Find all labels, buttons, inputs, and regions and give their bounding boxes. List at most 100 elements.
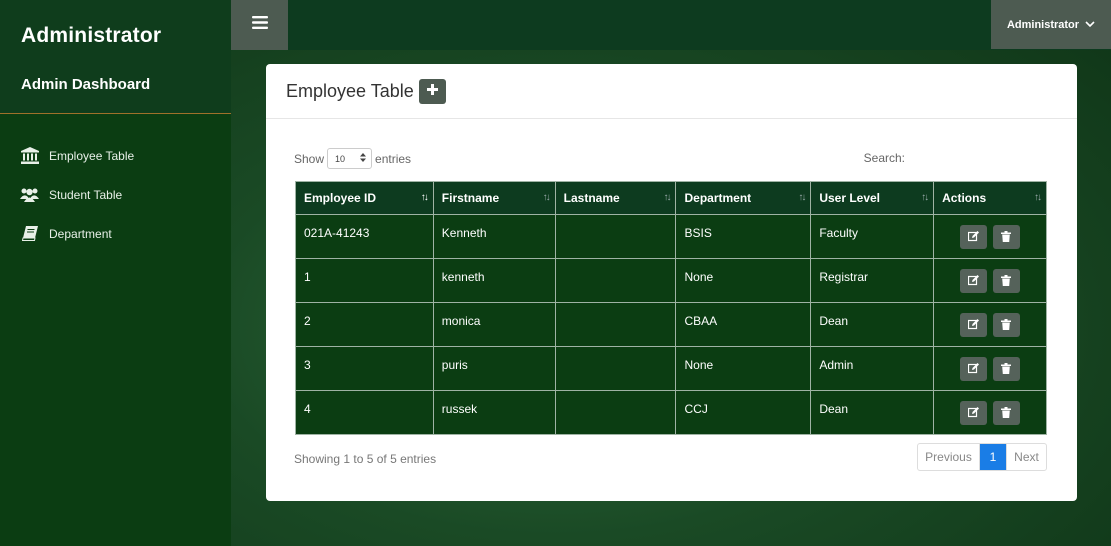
trash-icon (1001, 319, 1012, 330)
delete-button[interactable] (993, 225, 1021, 249)
edit-button[interactable] (960, 269, 988, 293)
previous-page-button[interactable]: Previous (918, 444, 980, 470)
sidebar-item-label: Student Table (49, 187, 123, 202)
sidebar-nav: Employee Table Student Table Department (0, 114, 231, 253)
next-page-button[interactable]: Next (1006, 444, 1046, 470)
cell-lastname (554, 302, 677, 347)
cell-department: BSIS (675, 214, 812, 259)
page-1-button[interactable]: 1 (980, 444, 1006, 470)
table-info: Showing 1 to 5 of 5 entries (294, 452, 437, 466)
cell-lastname (554, 214, 677, 259)
column-header-employee-id[interactable]: Employee ID ↑↓ (295, 181, 434, 215)
sort-icon: ↑↓ (798, 192, 806, 203)
column-header-actions[interactable]: Actions ↑↓ (933, 181, 1047, 215)
cell-user-level: Dean (810, 302, 935, 347)
cell-employee-id: 3 (295, 346, 434, 391)
cell-actions (933, 258, 1047, 303)
cell-lastname (554, 346, 677, 391)
page-size-value: 10 (335, 153, 346, 164)
sidebar: Administrator Admin Dashboard Employee T… (0, 0, 231, 546)
dashboard-link[interactable]: Admin Dashboard (21, 76, 231, 93)
sidebar-item-label: Department (49, 226, 112, 241)
column-header-department[interactable]: Department ↑↓ (675, 181, 812, 215)
hamburger-icon (251, 16, 268, 34)
entries-label: entries (375, 151, 412, 166)
cell-firstname: kenneth (432, 258, 556, 303)
table-row: 1 kenneth None Registrar (295, 258, 1047, 303)
card-header: Employee Table (266, 64, 1077, 119)
search-control: Search: (864, 151, 905, 165)
cell-firstname: Kenneth (432, 214, 556, 259)
cell-actions (933, 302, 1047, 347)
users-icon (20, 186, 39, 204)
book-icon (20, 225, 39, 243)
table-row: 021A-41243 Kenneth BSIS Faculty (295, 214, 1047, 259)
cell-employee-id: 4 (295, 390, 434, 435)
employee-table: Employee ID ↑↓ Firstname ↑↓ Lastname ↑↓ Dep… (295, 181, 1047, 435)
pagination: Previous 1 Next (917, 443, 1047, 471)
delete-button[interactable] (993, 357, 1021, 381)
user-menu-label: Administrator (1006, 18, 1080, 31)
sort-icon: ↑↓ (420, 192, 429, 203)
page-size-control: Show 10 entries (294, 148, 411, 169)
edit-button[interactable] (960, 357, 988, 381)
cell-department: CBAA (675, 302, 812, 347)
cell-employee-id: 1 (295, 258, 434, 303)
sort-icon: ↑↓ (1034, 192, 1042, 203)
show-label: Show (294, 151, 325, 166)
column-header-lastname[interactable]: Lastname ↑↓ (554, 181, 677, 215)
sort-icon: ↑↓ (542, 192, 551, 203)
cell-department: None (675, 258, 812, 303)
cell-department: None (675, 346, 812, 391)
table-controls: Show 10 entries Search: (294, 148, 1047, 170)
cell-firstname: russek (432, 390, 556, 435)
top-bar: Administrator (231, 0, 1111, 50)
edit-button[interactable] (960, 313, 988, 337)
edit-icon (968, 363, 980, 374)
edit-button[interactable] (960, 225, 988, 249)
add-employee-button[interactable] (418, 78, 446, 104)
sidebar-item-student-table[interactable]: Student Table (0, 175, 231, 214)
cell-user-level: Dean (810, 390, 935, 435)
sidebar-item-label: Employee Table (49, 148, 135, 163)
cell-firstname: puris (432, 346, 556, 391)
page-title: Employee Table (286, 80, 414, 101)
cell-actions (933, 346, 1047, 391)
cell-department: CCJ (675, 390, 812, 435)
trash-icon (1001, 275, 1012, 286)
search-label: Search: (863, 151, 905, 165)
sidebar-header: Administrator Admin Dashboard (0, 0, 231, 114)
menu-toggle-button[interactable] (231, 0, 288, 50)
table-row: 2 monica CBAA Dean (295, 302, 1047, 347)
trash-icon (1001, 407, 1012, 418)
chevron-down-icon (1085, 19, 1095, 31)
bank-icon (20, 147, 39, 165)
plus-icon (426, 82, 438, 100)
cell-user-level: Faculty (810, 214, 935, 259)
cell-user-level: Registrar (810, 258, 935, 303)
user-menu-button[interactable]: Administrator (991, 0, 1111, 49)
sort-icon: ↑↓ (663, 192, 671, 203)
edit-icon (968, 231, 980, 242)
sort-icon: ↑↓ (921, 192, 929, 203)
trash-icon (1001, 363, 1012, 374)
edit-icon (968, 319, 980, 330)
cell-user-level: Admin (810, 346, 935, 391)
sidebar-item-department[interactable]: Department (0, 214, 231, 253)
cell-lastname (554, 258, 677, 303)
delete-button[interactable] (993, 269, 1021, 293)
delete-button[interactable] (993, 313, 1021, 337)
sort-arrows-icon (360, 153, 367, 164)
brand-title: Administrator (21, 24, 162, 47)
cell-lastname (554, 390, 677, 435)
sidebar-item-employee-table[interactable]: Employee Table (0, 136, 231, 175)
column-header-user-level[interactable]: User Level ↑↓ (810, 181, 935, 215)
table-row: 3 puris None Admin (295, 346, 1047, 391)
delete-button[interactable] (993, 401, 1021, 425)
column-header-firstname[interactable]: Firstname ↑↓ (432, 181, 556, 215)
cell-employee-id: 021A-41243 (295, 214, 434, 259)
table-header-row: Employee ID ↑↓ Firstname ↑↓ Lastname ↑↓ Dep… (295, 181, 1047, 215)
page-size-select[interactable]: 10 (327, 148, 373, 169)
edit-button[interactable] (960, 401, 988, 425)
table-row: 4 russek CCJ Dean (295, 390, 1047, 435)
